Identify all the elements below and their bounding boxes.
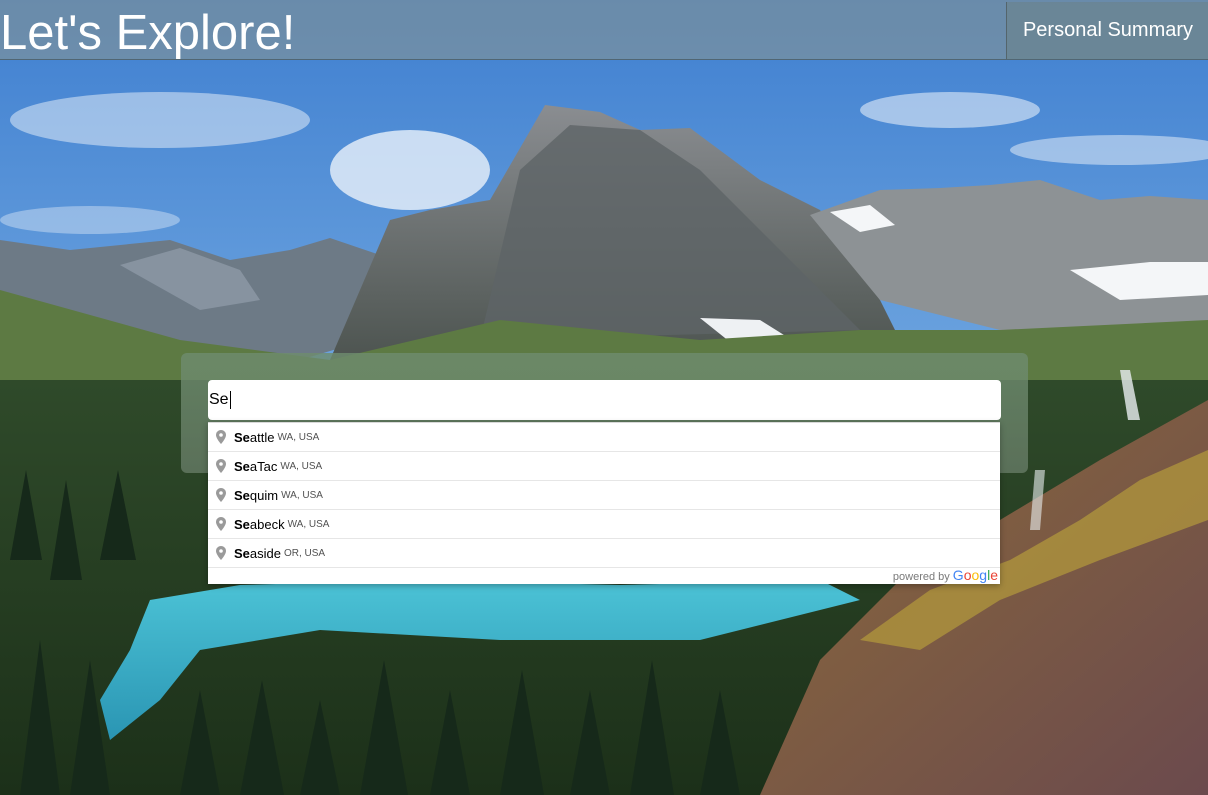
search-input-value: Se — [209, 391, 229, 408]
google-wordmark: Google — [952, 567, 998, 583]
suggestion-item[interactable]: Sequim WA, USA — [208, 481, 1000, 510]
powered-by-google-logo: powered by Google — [893, 567, 998, 583]
suggestion-main-text: SeaTac — [234, 459, 277, 474]
suggestion-rest: attle — [249, 429, 275, 445]
suggestion-item[interactable]: Seabeck WA, USA — [208, 510, 1000, 539]
suggestion-main-text: Sequim — [234, 488, 278, 503]
autocomplete-dropdown: Seattle WA, USA SeaTac WA, USA Sequim WA, USA… — [208, 422, 1000, 584]
map-pin-icon — [213, 429, 229, 445]
suggestion-main-text: Seaside — [234, 546, 281, 561]
app-title: Let's Explore! — [0, 6, 296, 60]
suggestion-main-text: Seattle — [234, 430, 274, 445]
map-pin-icon — [213, 545, 229, 561]
suggestion-item[interactable]: Seaside OR, USA — [208, 539, 1000, 568]
suggestion-secondary-text: WA, USA — [281, 489, 323, 501]
map-pin-icon — [213, 458, 229, 474]
location-search-input[interactable]: Se — [208, 380, 1001, 420]
suggestion-match: Se — [234, 545, 250, 561]
suggestion-main-text: Seabeck — [234, 517, 285, 532]
suggestion-match: Se — [234, 458, 250, 474]
personal-summary-button[interactable]: Personal Summary — [1006, 2, 1208, 59]
suggestion-secondary-text: OR, USA — [283, 547, 326, 559]
suggestion-secondary-text: WA, USA — [287, 518, 330, 530]
suggestion-item[interactable]: Seattle WA, USA — [208, 423, 1000, 452]
suggestion-list: Seattle WA, USA SeaTac WA, USA Sequim WA, USA… — [208, 423, 1000, 568]
suggestion-secondary-text: WA, USA — [277, 431, 320, 443]
suggestion-secondary-text: WA, USA — [280, 460, 323, 472]
suggestion-match: Se — [234, 516, 250, 532]
suggestion-match: Se — [234, 487, 250, 503]
suggestion-rest: aside — [249, 545, 281, 561]
suggestion-item[interactable]: SeaTac WA, USA — [208, 452, 1000, 481]
powered-by-text: powered by — [892, 571, 950, 583]
map-pin-icon — [213, 516, 229, 532]
suggestion-rest: quim — [249, 487, 279, 503]
suggestion-rest: abeck — [249, 516, 285, 532]
suggestion-rest: aTac — [249, 458, 278, 474]
suggestion-match: Se — [234, 429, 250, 445]
map-pin-icon — [213, 487, 229, 503]
text-caret — [229, 391, 231, 409]
top-bar: Let's Explore! Personal Summary — [0, 0, 1208, 60]
